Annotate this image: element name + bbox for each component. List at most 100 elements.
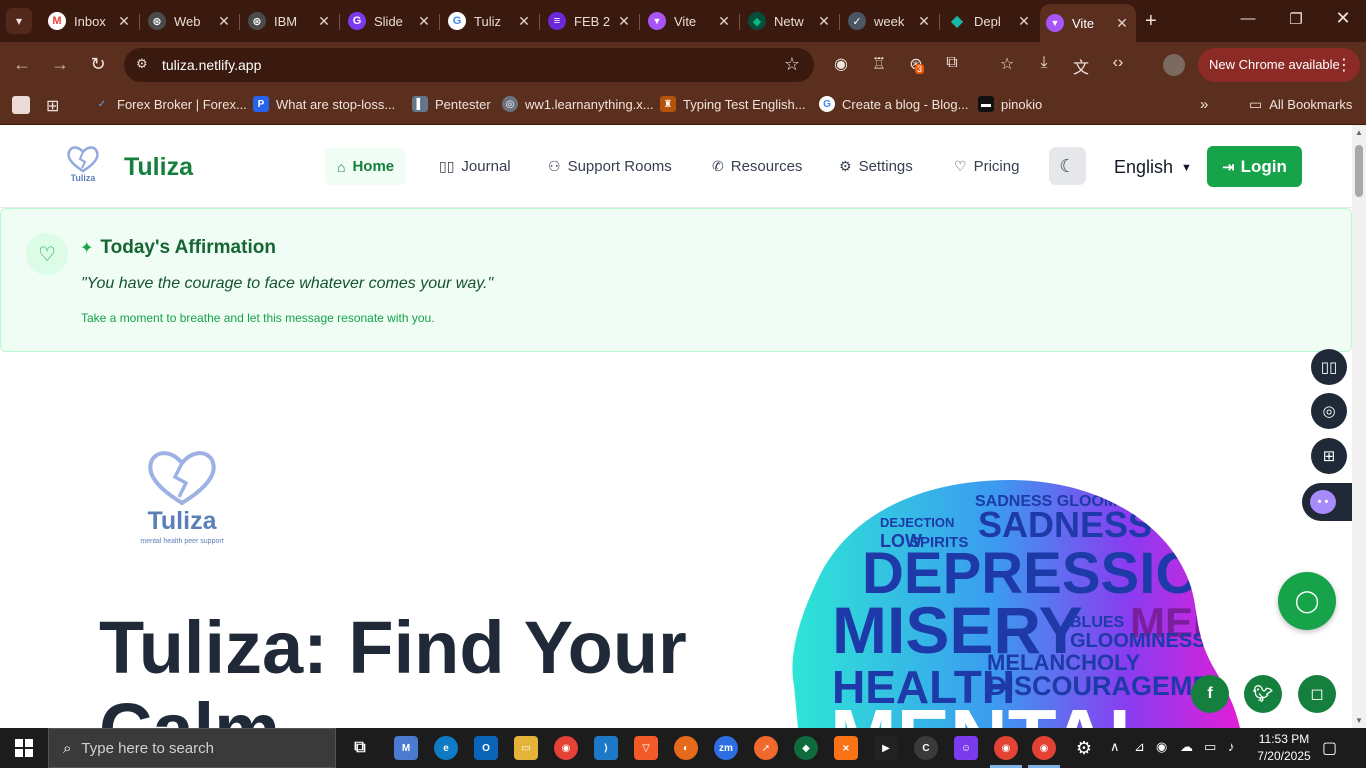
system-clock[interactable]: 11:53 PM 7/20/2025 <box>1254 731 1314 765</box>
more-bookmarks-button[interactable]: » <box>1200 96 1208 113</box>
scroll-down-icon[interactable]: ▼ <box>1355 716 1363 725</box>
apps-button[interactable]: ⊞ <box>46 96 59 116</box>
xampp-icon[interactable]: ⨯ <box>834 736 858 760</box>
chrome-profile-icon[interactable]: ◉ <box>994 736 1018 760</box>
chrome-icon[interactable]: ◉ <box>554 736 578 760</box>
bookmark-star-icon[interactable]: ☆ <box>784 54 800 75</box>
browser-tab[interactable]: ⊛ Web ✕ <box>142 6 240 36</box>
chrome-profile-2-icon[interactable]: ◉ <box>1032 736 1056 760</box>
terminal-icon[interactable]: ▶ <box>874 736 898 760</box>
brand-name[interactable]: Tuliza <box>124 153 193 182</box>
minimize-button[interactable]: — <box>1233 10 1263 27</box>
close-icon[interactable]: ✕ <box>716 13 732 30</box>
journal-quick-button[interactable]: ▯▯ <box>1311 349 1347 385</box>
outlook-icon[interactable]: O <box>474 736 498 760</box>
browser-tab[interactable]: ✓ week ✕ <box>842 6 940 36</box>
postman-icon[interactable]: ➚ <box>754 736 778 760</box>
nav-resources[interactable]: ✆ Resources <box>700 148 814 185</box>
scroll-up-icon[interactable]: ▲ <box>1355 128 1363 137</box>
browser-tab[interactable]: G Slide ✕ <box>342 6 440 36</box>
facebook-button[interactable]: f <box>1191 675 1229 713</box>
edge-icon[interactable]: e <box>434 736 458 760</box>
vscode-icon[interactable]: ⟩ <box>594 736 618 760</box>
chat-button[interactable]: ◯ <box>1278 572 1336 630</box>
new-tab-button[interactable]: + <box>1145 10 1157 33</box>
reload-button[interactable]: ↻ <box>86 54 110 75</box>
browser-tab[interactable]: ⊛ IBM ✕ <box>242 6 340 36</box>
close-icon[interactable]: ✕ <box>416 13 432 30</box>
forward-button[interactable]: → <box>48 54 72 75</box>
brave-icon[interactable]: ▽ <box>634 736 658 760</box>
onedrive-icon[interactable]: ☁ <box>1180 739 1193 755</box>
tab-search-button[interactable]: ▾ <box>6 8 32 34</box>
twitter-button[interactable]: 🐦︎ <box>1244 675 1282 713</box>
page-scrollbar[interactable]: ▲ ▼ <box>1352 125 1366 728</box>
ai-app-icon[interactable]: ☺ <box>954 736 978 760</box>
extension-ai-icon[interactable]: ◉ <box>830 54 852 76</box>
nav-pricing[interactable]: ♡ Pricing <box>942 148 1031 185</box>
close-window-button[interactable]: ✕ <box>1328 8 1358 29</box>
zoom-icon[interactable]: zm <box>714 736 738 760</box>
cygwin-icon[interactable]: C <box>914 736 938 760</box>
notifications-icon[interactable]: ▢ <box>1322 738 1337 758</box>
bookmark-item[interactable]: G Create a blog - Blog... <box>819 96 968 112</box>
nav-home[interactable]: ⌂ Home <box>325 148 407 185</box>
language-select[interactable]: English ▼ <box>1114 157 1192 178</box>
close-icon[interactable]: ✕ <box>316 13 332 30</box>
close-icon[interactable]: ✕ <box>916 13 932 30</box>
task-view-icon[interactable]: ⧉ <box>348 736 372 760</box>
bookmark-item[interactable]: ◎ ww1.learnanything.x... <box>502 96 654 112</box>
microsoft-365-icon[interactable]: M <box>394 736 418 760</box>
file-explorer-icon[interactable]: ▭ <box>514 736 538 760</box>
back-button[interactable]: ← <box>10 54 34 75</box>
settings-gear-icon[interactable]: ⚙ <box>1072 736 1096 760</box>
browser-tab-active[interactable]: ▼ Vite ✕ <box>1040 4 1136 42</box>
bookmark-item[interactable]: ✓ Forex Broker | Forex... <box>94 96 247 112</box>
battery-icon[interactable]: ▭ <box>1204 739 1216 755</box>
apps-menu-button[interactable]: ⊞ <box>1311 438 1347 474</box>
address-bar[interactable]: ⚙ tuliza.netlify.app ☆ <box>124 48 814 82</box>
login-button[interactable]: ⇥ Login <box>1207 146 1302 187</box>
start-button[interactable] <box>0 728 48 768</box>
maximize-button[interactable]: ❐ <box>1281 10 1311 28</box>
browser-tab[interactable]: ◆ Depl ✕ <box>942 6 1038 36</box>
site-info-icon[interactable]: ⚙ <box>136 56 148 72</box>
browser-tab[interactable]: M Inbox ✕ <box>42 6 140 36</box>
close-icon[interactable]: ✕ <box>1114 15 1130 32</box>
bookmark-item[interactable]: ▬ pinokio <box>978 96 1042 112</box>
close-icon[interactable]: ✕ <box>516 13 532 30</box>
show-hidden-icons-icon[interactable]: ∧ <box>1110 739 1120 755</box>
close-icon[interactable]: ✕ <box>116 13 132 30</box>
network-icon[interactable]: ⊿ <box>1134 739 1145 755</box>
ai-assistant-tab[interactable]: • • <box>1302 483 1352 521</box>
download-icon[interactable]: ⤓ <box>1033 54 1055 76</box>
translate-icon[interactable]: 文 <box>1070 54 1092 77</box>
podcast-button[interactable]: ◎ <box>1311 393 1347 429</box>
brand-logo[interactable]: Tuliza <box>62 141 104 187</box>
browser-tab[interactable]: ◆ Netw ✕ <box>742 6 840 36</box>
bookmark-item[interactable]: ♜ Typing Test English... <box>660 96 806 112</box>
favorites-icon[interactable]: ☆ <box>996 54 1018 76</box>
browser-tab[interactable]: G Tuliz ✕ <box>442 6 540 36</box>
extension-badge-icon[interactable]: ⊛3 <box>905 54 927 76</box>
bookmark-item[interactable]: P What are stop-loss... <box>253 96 395 112</box>
new-chrome-available-button[interactable]: New Chrome available ⋮ <box>1198 48 1360 82</box>
devtools-icon[interactable]: ‹› <box>1107 54 1129 76</box>
close-icon[interactable]: ✕ <box>816 13 832 30</box>
scrollbar-thumb[interactable] <box>1355 145 1363 197</box>
show-sidebar-button[interactable] <box>12 96 37 114</box>
instagram-button[interactable]: ◻ <box>1298 675 1336 713</box>
profile-avatar[interactable] <box>1163 54 1185 76</box>
extension-hat-icon[interactable]: ♖ <box>868 54 890 76</box>
taskbar-search-box[interactable]: ⌕ Type here to search <box>48 728 336 768</box>
close-icon[interactable]: ✕ <box>616 13 632 30</box>
nav-journal[interactable]: ▯▯ Journal <box>427 148 523 185</box>
firefox-icon[interactable]: ◐ <box>674 736 698 760</box>
bookmark-item[interactable]: ▌ Pentester <box>412 96 491 112</box>
browser-tab[interactable]: ▼ Vite ✕ <box>642 6 740 36</box>
extensions-puzzle-icon[interactable]: ⧉ <box>941 54 963 76</box>
all-bookmarks-button[interactable]: ▭ All Bookmarks <box>1249 96 1352 113</box>
nav-support-rooms[interactable]: ⚇ Support Rooms <box>536 148 684 185</box>
theme-toggle-button[interactable]: ☾ <box>1049 147 1086 185</box>
chrome-tray-icon[interactable]: ◉ <box>1156 739 1167 755</box>
